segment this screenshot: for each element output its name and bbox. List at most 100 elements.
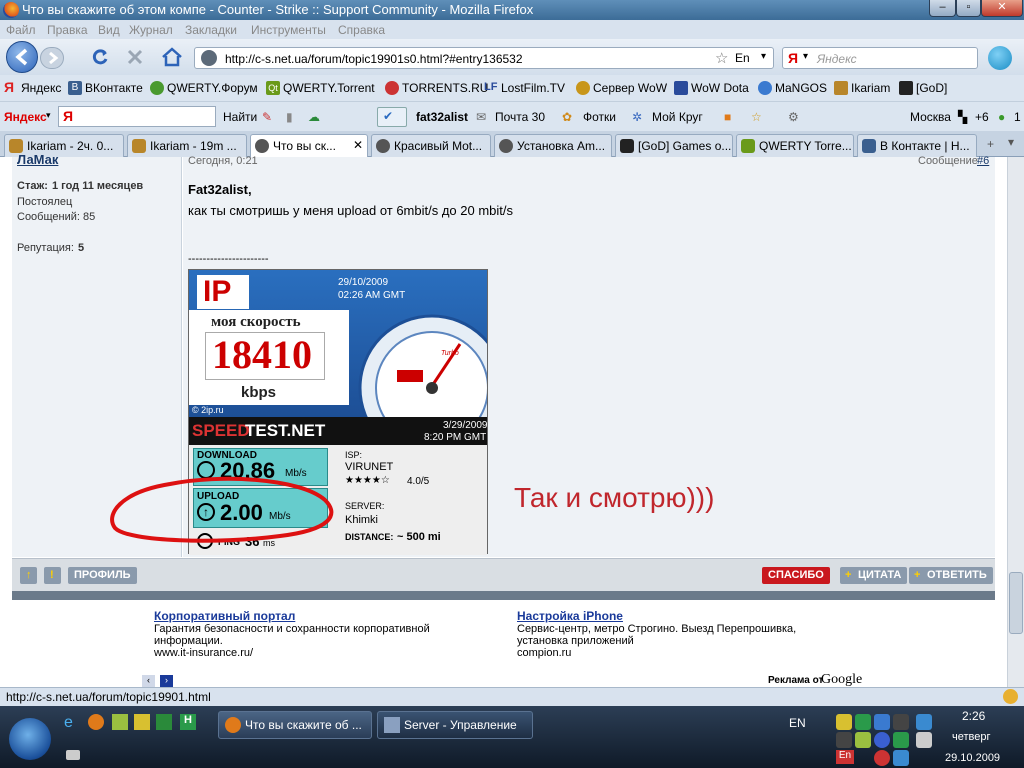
favorites-star-icon[interactable]: ☆: [751, 110, 762, 124]
clock-time[interactable]: 2:26: [962, 709, 985, 723]
bookmark-qwerty-forum[interactable]: QWERTY.Форум: [150, 81, 258, 95]
tab-list-icon[interactable]: ▾: [1008, 135, 1014, 149]
tab-ikariam-2[interactable]: Ikariam - 19m ...: [127, 134, 247, 157]
taskbar-server-window[interactable]: Server - Управление: [377, 711, 533, 739]
menu-help[interactable]: Справка: [338, 23, 385, 37]
profile-button[interactable]: ПРОФИЛЬ: [68, 567, 137, 584]
signal-icon[interactable]: ▮: [286, 110, 293, 124]
stop-icon[interactable]: [126, 48, 144, 66]
yandex-find-button[interactable]: Найти: [223, 110, 257, 124]
forward-button[interactable]: [40, 47, 64, 69]
google-label[interactable]: Google: [821, 672, 862, 688]
tray-icon-1[interactable]: [836, 714, 852, 730]
back-button[interactable]: [6, 41, 38, 73]
bookmark-torrents[interactable]: TORRENTS.RU: [385, 81, 488, 95]
menu-history[interactable]: Журнал: [129, 23, 173, 37]
circle-icon[interactable]: ✲: [632, 110, 642, 124]
tray-icon-4[interactable]: [893, 714, 909, 730]
bookmark-server-wow[interactable]: Сервер WoW: [576, 81, 667, 95]
menu-tools[interactable]: Инструменты: [251, 23, 326, 37]
tray-icon-5[interactable]: [836, 732, 852, 748]
volume-icon[interactable]: [916, 732, 932, 748]
ad-1-url[interactable]: www.it-insurance.ru/: [154, 647, 253, 659]
reply-button[interactable]: + ОТВЕТИТЬ: [909, 567, 993, 584]
ad-2-title[interactable]: Настройка iPhone: [517, 609, 623, 623]
menu-view[interactable]: Вид: [98, 23, 120, 37]
quicklaunch-icon-4[interactable]: [134, 714, 150, 730]
bookmark-wow-dota[interactable]: WoW Dota: [674, 81, 749, 95]
language-flag[interactable]: En: [836, 750, 854, 764]
skype-icon[interactable]: [988, 46, 1012, 70]
mail-icon[interactable]: ✉: [476, 110, 486, 124]
settings-gear-icon[interactable]: ⚙: [788, 110, 799, 124]
post-number-link[interactable]: #6: [977, 155, 989, 167]
tab-active-thread[interactable]: Что вы ск... ✕: [250, 134, 368, 158]
close-window-button[interactable]: ✕: [981, 0, 1023, 17]
bookmark-vkontakte[interactable]: В ВКонтакте: [68, 81, 143, 95]
ad-next-icon[interactable]: ›: [160, 675, 173, 687]
yandex-brand[interactable]: Яндекс: [4, 110, 47, 124]
marker-icon[interactable]: ✎: [262, 110, 272, 124]
photos-icon[interactable]: ✿: [562, 110, 572, 124]
reload-icon[interactable]: [90, 47, 110, 67]
spellcheck-button[interactable]: ✔: [377, 107, 407, 127]
post-author[interactable]: ЛаМак: [17, 152, 58, 167]
notification-icon[interactable]: ●: [998, 110, 1005, 124]
yandex-search-input[interactable]: Я: [58, 106, 216, 127]
menu-bookmarks[interactable]: Закладки: [185, 23, 237, 37]
tab-qwerty-torrent[interactable]: QWERTY Torre...: [736, 134, 854, 157]
star-icon[interactable]: ☆: [715, 49, 728, 67]
bookmark-qwerty-torrent[interactable]: Qt QWERTY.Torrent: [266, 81, 375, 95]
tray-icon-7[interactable]: [874, 732, 890, 748]
tray-icon-9[interactable]: [874, 750, 890, 766]
yandex-user[interactable]: fat32alist: [416, 110, 468, 124]
weather-city[interactable]: Москва: [910, 110, 951, 124]
menu-edit[interactable]: Правка: [47, 23, 88, 37]
address-bar[interactable]: http://c-s.net.ua/forum/topic19901s0.htm…: [194, 47, 774, 69]
url-dropdown-icon[interactable]: ▾: [761, 51, 766, 62]
bookmark-yandex[interactable]: Я Яндекс: [4, 80, 61, 95]
maximize-button[interactable]: ▫: [956, 0, 981, 17]
quicklaunch-icon-3[interactable]: [112, 714, 128, 730]
tray-icon-10[interactable]: [893, 750, 909, 766]
tab-motorcycle[interactable]: Красивый Mot...: [371, 134, 491, 157]
tray-icon-2[interactable]: [855, 714, 871, 730]
bookmark-mangos[interactable]: MaNGOS: [758, 81, 827, 95]
thanks-button[interactable]: СПАСИБО: [762, 567, 830, 584]
tray-icon-6[interactable]: [855, 732, 871, 748]
addon-smiley-icon[interactable]: [1003, 689, 1018, 704]
firefox-quicklaunch-icon[interactable]: [88, 714, 104, 730]
vertical-scrollbar[interactable]: [1007, 157, 1024, 687]
yandex-menu-icon[interactable]: ▾: [46, 110, 51, 121]
bookmark-god[interactable]: [GoD]: [899, 81, 947, 95]
network-icon[interactable]: [916, 714, 932, 730]
bookmark-ikariam[interactable]: Ikariam: [834, 81, 890, 95]
quicklaunch-icon-6[interactable]: H: [180, 714, 196, 730]
taskbar-firefox-window[interactable]: Что вы скажите об ...: [218, 711, 372, 739]
close-tab-icon[interactable]: ✕: [353, 138, 363, 152]
tab-vkontakte[interactable]: В Контакте | Н...: [857, 134, 977, 157]
speech-icon[interactable]: ☁: [308, 110, 320, 124]
mail-link[interactable]: Почта 30: [495, 110, 545, 124]
show-desktop-icon[interactable]: [66, 750, 80, 760]
ie-icon[interactable]: e: [64, 714, 73, 732]
bag-icon[interactable]: ■: [724, 110, 731, 124]
quote-button[interactable]: + ЦИТАТА: [840, 567, 908, 584]
minimize-button[interactable]: –: [929, 0, 956, 17]
new-tab-icon[interactable]: +: [987, 137, 994, 151]
engine-dropdown-icon[interactable]: ▾: [803, 51, 808, 62]
ad-1-title[interactable]: Корпоративный портал: [154, 609, 295, 623]
tab-god-games[interactable]: [GoD] Games o...: [615, 134, 733, 157]
language-bar[interactable]: EN: [789, 716, 806, 730]
ad-prev-icon[interactable]: ‹: [142, 675, 155, 687]
start-button[interactable]: [9, 718, 51, 760]
report-button[interactable]: !: [44, 567, 61, 584]
scrollbar-thumb[interactable]: [1009, 572, 1023, 634]
my-circle-link[interactable]: Мой Круг: [652, 110, 703, 124]
tray-icon-3[interactable]: [874, 714, 890, 730]
tab-install[interactable]: Установка Am...: [494, 134, 612, 157]
photos-link[interactable]: Фотки: [583, 110, 616, 124]
bookmark-lostfilm[interactable]: LF LostFilm.TV: [484, 81, 565, 95]
yandex-search-engine-icon[interactable]: Я: [788, 50, 798, 66]
menu-file[interactable]: Файл: [6, 23, 36, 37]
